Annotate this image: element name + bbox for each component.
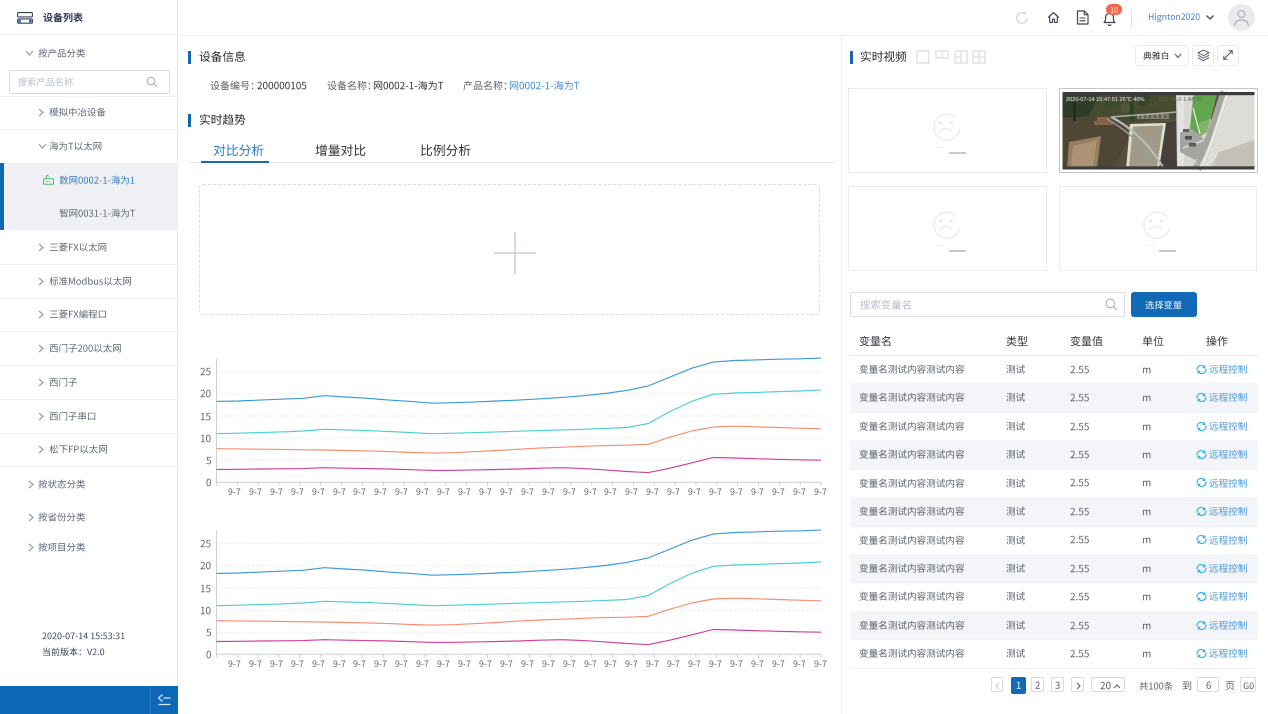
svg-text:IPC-7A 0-1 AB 01: IPC-7A 0-1 AB 01 (1159, 97, 1203, 103)
svg-text:IPC(7*) 01: IPC(7*) 01 (1190, 161, 1216, 167)
svg-text:2020-07-14 15:47:51 26"C 40%: 2020-07-14 15:47:51 26"C 40% (1066, 97, 1145, 103)
